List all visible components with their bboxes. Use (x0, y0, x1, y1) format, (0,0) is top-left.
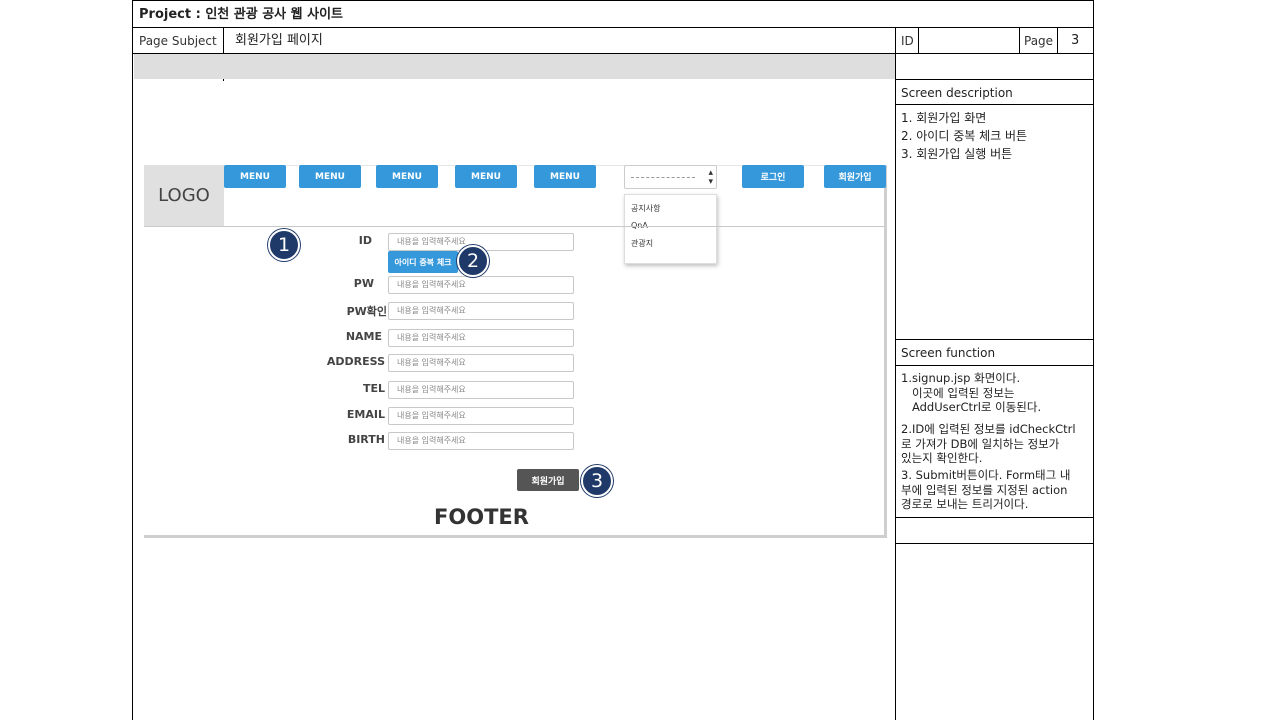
function-line: AddUserCtrl로 이동된다. (901, 400, 1042, 414)
menu-button-5[interactable]: MENU (534, 165, 596, 188)
tel-input[interactable]: 내용을 입력해주세요 (388, 381, 574, 399)
footer: FOOTER (434, 505, 529, 529)
function-line: 3. Submit버튼이다. Form태그 내 (901, 468, 1071, 482)
page-subject-label: Page Subject (139, 34, 217, 48)
function-line: 2.ID에 입력된 정보를 idCheckCtrl (901, 422, 1076, 436)
row-divider (895, 365, 1093, 366)
description-line: 3. 회원가입 실행 버튼 (901, 147, 1013, 161)
tel-label: TEL (362, 382, 385, 395)
name-label: NAME (345, 330, 382, 343)
address-input[interactable]: 내용을 입력해주세요 (388, 354, 574, 372)
row-divider (895, 543, 1093, 544)
menu-button-4[interactable]: MENU (455, 165, 517, 188)
screen-function-title: Screen function (901, 346, 996, 360)
name-input[interactable]: 내용을 입력해주세요 (388, 329, 574, 347)
nav-select[interactable]: ▴ ▾ (624, 165, 717, 189)
function-line: 경로로 보내는 트리거이다. (901, 497, 1029, 511)
signup-submit-button[interactable]: 회원가입 (517, 469, 579, 491)
annotation-badge-1: 1 (268, 229, 300, 261)
annotation-badge-2: 2 (457, 245, 489, 277)
col-divider (1019, 27, 1020, 54)
header-divider (144, 226, 884, 227)
function-line: 1.signup.jsp 화면이다. (901, 371, 1021, 385)
menu-button-3[interactable]: MENU (376, 165, 438, 188)
nav-dropdown-menu: 공지사항 QnA 관광지 (624, 194, 717, 264)
login-button[interactable]: 로그인 (742, 165, 804, 188)
project-title: Project : 인천 관광 공사 웹 사이트 (139, 7, 344, 22)
top-border (133, 0, 1093, 1)
dropdown-item-notice[interactable]: 공지사항 (631, 203, 660, 214)
description-line: 2. 아이디 중복 체크 버튼 (901, 129, 1028, 143)
row-divider (895, 104, 1093, 105)
col-divider (895, 27, 896, 720)
description-line: 1. 회원가입 화면 (901, 111, 987, 125)
address-label: ADDRESS (326, 355, 385, 368)
pw-confirm-label: PW확인 (346, 305, 387, 318)
birth-input[interactable]: 내용을 입력해주세요 (388, 432, 574, 450)
pw-input[interactable]: 내용을 입력해주세요 (388, 276, 574, 294)
id-duplicate-check-button[interactable]: 아이디 중복 체크 (388, 251, 458, 273)
row-divider (133, 27, 1093, 28)
screen-description-title: Screen description (901, 86, 1013, 100)
col-divider (1057, 27, 1058, 54)
function-line: 부에 입력된 정보를 지정된 action (901, 482, 1068, 497)
signup-page-mockup: LOGO MENU MENU MENU MENU MENU ▴ ▾ 공지사항 Qn… (144, 165, 887, 538)
id-label: ID (358, 234, 372, 247)
pw-confirm-input[interactable]: 내용을 입력해주세요 (388, 302, 574, 320)
birth-label: BIRTH (347, 433, 385, 446)
menu-button-2[interactable]: MENU (299, 165, 361, 188)
page-label: Page (1024, 34, 1054, 48)
function-line: 로 가져가 DB에 일치하는 정보가 (901, 436, 1060, 451)
function-line: 이곳에 입력된 정보는 (901, 385, 1015, 400)
storyboard-frame: Project : 인천 관광 공사 웹 사이트 Page Subject 회원… (132, 0, 1094, 720)
row-divider (895, 339, 1093, 340)
signup-nav-button[interactable]: 회원가입 (824, 165, 886, 188)
logo[interactable]: LOGO (144, 165, 224, 226)
row-divider (895, 517, 1093, 518)
page-subject-value: 회원가입 페이지 (235, 33, 323, 48)
email-label: EMAIL (346, 408, 385, 421)
updown-arrow-icon: ▴ ▾ (708, 167, 713, 186)
pw-label: PW (353, 277, 374, 290)
gray-banner (134, 54, 895, 79)
email-input[interactable]: 내용을 입력해주세요 (388, 407, 574, 425)
annotation-badge-3: 3 (581, 465, 613, 497)
dropdown-item-tourist-spot[interactable]: 관광지 (631, 238, 653, 249)
id-label: ID (901, 34, 914, 48)
menu-button-1[interactable]: MENU (224, 165, 286, 188)
function-line: 있는지 확인한다. (901, 451, 983, 465)
row-divider (895, 79, 1093, 80)
select-placeholder-line (631, 177, 695, 178)
col-divider (918, 27, 919, 54)
page-number: 3 (1071, 33, 1080, 48)
